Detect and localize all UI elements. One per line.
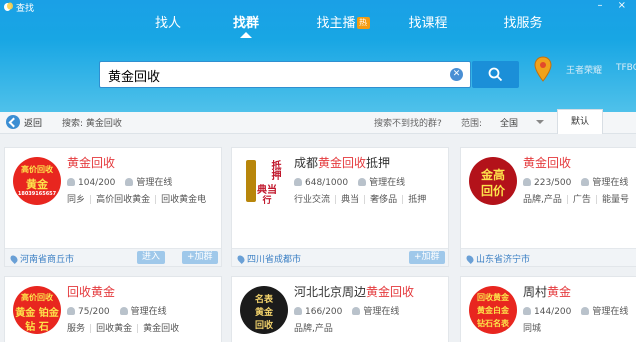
group-avatar: 回收黄金 黄金白金 钻石名表 xyxy=(469,286,517,334)
card-footer: 四川省成都市 +加群 xyxy=(232,248,448,266)
members-icon xyxy=(294,178,302,186)
group-card[interactable]: 抵押 典当 行 成都黄金回收抵押 648/1000管理在线 行业交流典当奢侈品抵… xyxy=(231,147,449,267)
hot-badge: 热 xyxy=(356,17,370,29)
admin-icon xyxy=(358,178,367,186)
main-nav: 找人 找群 找主播热 找课程 找服务 xyxy=(0,14,636,38)
group-tags: 行业交流典当奢侈品抵押 xyxy=(294,192,444,205)
card-footer: 山东省济宁市 xyxy=(461,248,636,266)
clear-icon[interactable]: ✕ xyxy=(450,68,463,81)
filter-bar: 返回 搜索: 黄金回收 搜索不到找的群? 范围: 全国 人数 xyxy=(0,112,636,240)
group-name[interactable]: 周村黄金 xyxy=(523,283,571,300)
tfbc-label[interactable]: TFBC xyxy=(616,63,636,73)
members-icon xyxy=(294,307,302,315)
location-icon xyxy=(9,254,19,264)
scope-select[interactable]: 全国 xyxy=(500,116,518,129)
chevron-down-icon[interactable] xyxy=(536,120,544,124)
admin-icon xyxy=(119,307,128,315)
join-group-button[interactable]: +加群 xyxy=(409,251,445,264)
group-tags: 品牌,产品 xyxy=(294,324,333,334)
group-name[interactable]: 回收黄金 xyxy=(67,283,115,300)
group-stats: 166/200 管理在线 xyxy=(294,304,399,317)
admin-icon xyxy=(125,178,134,186)
tab-find-course[interactable]: 找课程 xyxy=(405,14,451,36)
admin-icon xyxy=(352,307,361,315)
join-group-button[interactable]: +加群 xyxy=(182,251,218,264)
search-box: ✕ xyxy=(99,61,471,88)
group-avatar: 高价回收 黄金 18039165657 xyxy=(13,157,61,205)
group-card[interactable]: 名表 黄金 回收 河北北京周边黄金回收 166/200 管理在线 品牌,产品 xyxy=(231,276,449,342)
location-pin-icon[interactable] xyxy=(533,55,553,85)
back-button[interactable]: 返回 xyxy=(24,116,42,129)
group-avatar: 高价回收 黄金 铂金 钻 石 xyxy=(13,286,61,334)
group-card[interactable]: 高价回收 黄金 铂金 钻 石 回收黄金 75/200管理在线 服务回收黄金黄金回… xyxy=(4,276,222,342)
group-name[interactable]: 黄金回收 xyxy=(67,154,115,171)
tab-find-service[interactable]: 找服务 xyxy=(500,14,546,36)
location-icon xyxy=(465,254,475,264)
search-icon xyxy=(488,67,503,82)
group-stats: 648/1000 管理在线 xyxy=(294,175,405,188)
tab-find-group[interactable]: 找群 xyxy=(226,14,266,38)
header-band: 查找 – × 找人 找群 找主播热 找课程 找服务 ✕ 王者荣耀 TFBC xyxy=(0,0,636,112)
group-avatar: 名表 黄金 回收 xyxy=(240,286,288,334)
group-stats: 104/200 管理在线 xyxy=(67,175,172,188)
card-footer: 河南省商丘市 进入 +加群 xyxy=(5,248,221,266)
members-icon xyxy=(67,307,75,315)
group-tags: 同乡高价回收黄金回收黄金电 xyxy=(67,192,217,205)
enter-button[interactable]: 进入 xyxy=(137,251,166,264)
group-tags: 同城 xyxy=(523,324,542,334)
members-icon xyxy=(523,178,531,186)
group-location: 山东省济宁市 xyxy=(465,252,530,265)
group-avatar: 抵押 典当 行 xyxy=(240,157,288,205)
game-label[interactable]: 王者荣耀 xyxy=(566,63,602,76)
not-found-link[interactable]: 搜索不到找的群? xyxy=(374,116,442,129)
search-button[interactable] xyxy=(472,61,519,88)
members-icon xyxy=(523,307,531,315)
group-card[interactable]: 回收黄金 黄金白金 钻石名表 周村黄金 144/200 管理在线 同城 xyxy=(460,276,636,342)
group-avatar: 金高 回价 xyxy=(469,157,517,205)
group-stats: 223/500 管理在线 xyxy=(523,175,628,188)
scope-label: 范围: xyxy=(461,119,483,129)
sort-default-tab[interactable]: 默认 xyxy=(557,109,603,134)
admin-icon xyxy=(581,307,590,315)
group-location: 四川省成都市 xyxy=(236,252,301,265)
search-summary: 搜索: 黄金回收 xyxy=(62,119,122,129)
group-stats: 75/200 管理在线 xyxy=(67,304,167,317)
window-controls[interactable]: – × xyxy=(597,0,632,11)
group-stats: 144/200 管理在线 xyxy=(523,304,628,317)
group-tags: 品牌,产品广告能量号 xyxy=(523,192,636,205)
tab-find-host[interactable]: 找主播热 xyxy=(311,14,375,36)
group-tags: 服务回收黄金黄金回收 xyxy=(67,321,217,334)
members-icon xyxy=(67,178,75,186)
group-name[interactable]: 成都黄金回收抵押 xyxy=(294,154,390,171)
group-name[interactable]: 黄金回收 xyxy=(523,154,571,171)
group-name[interactable]: 河北北京周边黄金回收 xyxy=(294,283,414,300)
group-location: 河南省商丘市 xyxy=(9,252,74,265)
back-icon[interactable] xyxy=(6,115,20,129)
app-icon xyxy=(4,2,13,11)
tab-find-people[interactable]: 找人 xyxy=(145,14,191,36)
title-bar: 查找 – × xyxy=(0,0,636,14)
group-card[interactable]: 高价回收 黄金 18039165657 黄金回收 104/200管理在线 同乡高… xyxy=(4,147,222,267)
window-title: 查找 xyxy=(16,4,35,14)
location-icon xyxy=(236,254,246,264)
search-input[interactable] xyxy=(108,66,438,84)
group-card[interactable]: 金高 回价 黄金回收 223/500管理在线 品牌,产品广告能量号 山东省济宁市 xyxy=(460,147,636,267)
admin-icon xyxy=(581,178,590,186)
